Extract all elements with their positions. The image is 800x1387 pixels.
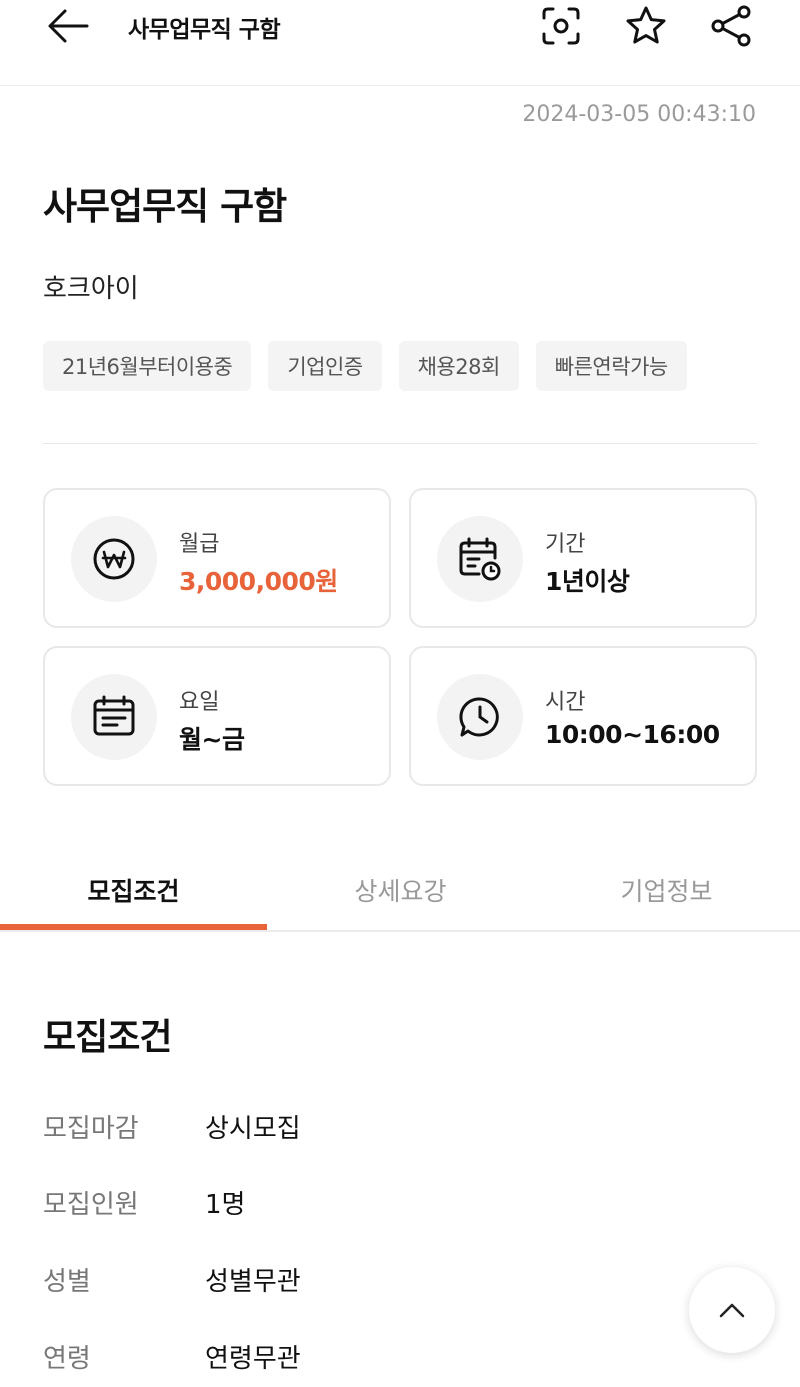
section-tabs: 모집조건 상세요강 기업정보 [0, 850, 800, 932]
salary-card: 월급 3,000,000원 [43, 488, 391, 628]
condition-value: 상시모집 [205, 1113, 301, 1144]
share-button[interactable] [707, 2, 755, 50]
period-card: 기간 1년이상 [409, 488, 757, 628]
condition-key: 모집인원 [43, 1189, 139, 1220]
bookmark-button[interactable] [622, 2, 670, 50]
posted-timestamp: 2024-03-05 00:43:10 [522, 102, 756, 127]
scroll-to-top-button[interactable] [689, 1267, 775, 1353]
condition-row: 모집마감 상시모집 [43, 1106, 301, 1146]
tag: 빠른연락가능 [535, 341, 687, 391]
salary-label: 월급 [179, 532, 220, 557]
back-button[interactable] [44, 4, 92, 48]
job-detail-page: 사무업무직 구함 2024-03-05 00:43:10 사무업무직 구함 호크… [0, 0, 800, 1387]
condition-key: 연령 [43, 1343, 91, 1374]
conditions-title: 모집조건 [43, 1017, 172, 1058]
tab-conditions[interactable]: 모집조건 [0, 850, 267, 930]
workdays-card: 요일 월~금 [43, 646, 391, 786]
calendar-clock-icon [459, 537, 501, 581]
company-name[interactable]: 호크아이 [43, 268, 139, 305]
salary-value: 3,000,000원 [179, 567, 338, 596]
condition-row: 성별 성별무관 [43, 1259, 301, 1299]
chevron-up-icon [719, 1303, 745, 1318]
won-icon [93, 538, 135, 580]
tag: 채용28회 [398, 341, 519, 391]
top-bar: 사무업무직 구함 [0, 0, 800, 86]
job-title: 사무업무직 구함 [43, 185, 287, 228]
back-arrow-icon [48, 9, 89, 43]
condition-key: 모집마감 [43, 1113, 139, 1144]
share-icon [711, 5, 751, 47]
tag-list: 21년6월부터이용중 기업인증 채용28회 빠른연락가능 [43, 341, 687, 391]
period-label: 기간 [545, 532, 586, 557]
tag: 기업인증 [268, 341, 382, 391]
scan-button[interactable] [537, 2, 585, 50]
active-tab-indicator [0, 924, 267, 930]
star-icon [626, 6, 666, 44]
condition-key: 성별 [43, 1266, 91, 1297]
workdays-label: 요일 [179, 690, 220, 715]
tab-company-info[interactable]: 기업정보 [533, 850, 800, 930]
header-title: 사무업무직 구함 [128, 17, 281, 43]
condition-value: 연령무관 [205, 1343, 301, 1374]
hours-card: 시간 10:00~16:00 [409, 646, 757, 786]
tag: 21년6월부터이용중 [43, 341, 252, 391]
hours-label: 시간 [545, 690, 586, 715]
condition-value: 1명 [205, 1189, 246, 1220]
condition-value: 성별무관 [205, 1266, 301, 1297]
tab-details[interactable]: 상세요강 [267, 850, 534, 930]
condition-row: 모집인원 1명 [43, 1182, 245, 1222]
workdays-value: 월~금 [179, 725, 245, 754]
clock-chat-icon [459, 697, 499, 737]
period-value: 1년이상 [545, 567, 630, 596]
condition-row: 연령 연령무관 [43, 1336, 301, 1376]
calendar-icon [93, 695, 135, 736]
scan-icon [542, 7, 580, 45]
divider [43, 443, 757, 444]
hours-value: 10:00~16:00 [545, 720, 720, 749]
